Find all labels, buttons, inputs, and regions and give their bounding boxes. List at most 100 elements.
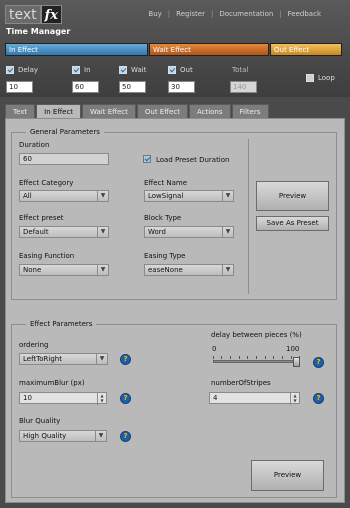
block-type-label: Block Type <box>144 214 182 222</box>
chevron-down-icon: ▼ <box>222 265 233 275</box>
number-of-stripes-input[interactable]: 4 ▲ ▼ <box>209 392 300 405</box>
chevron-down-icon: ▼ <box>96 354 107 364</box>
slider-tick <box>256 356 257 359</box>
chevron-down-icon: ▼ <box>222 227 233 237</box>
block-type-select[interactable]: Word ▼ <box>144 226 234 238</box>
out-input[interactable]: 30 <box>168 81 195 93</box>
tab-wait-effect[interactable]: Wait Effect <box>82 104 136 118</box>
slider-tick <box>265 356 266 359</box>
help-icon[interactable]: ? <box>120 393 131 404</box>
number-of-stripes-label: numberOfStripes <box>211 379 271 387</box>
effect-name-select[interactable]: LowSignal ▼ <box>144 190 234 202</box>
slider-tick <box>247 356 248 359</box>
chevron-down-icon: ▼ <box>97 191 108 201</box>
top-nav: Buy | Register | Documentation | Feedbac… <box>148 10 321 18</box>
wait-checkbox[interactable]: Wait <box>119 66 146 74</box>
delay-slider-thumb[interactable] <box>293 357 300 367</box>
help-icon[interactable]: ? <box>313 393 324 404</box>
blur-quality-value: High Quality <box>23 432 67 440</box>
delay-checkbox[interactable]: Delay <box>6 66 38 74</box>
tab-filters[interactable]: Filters <box>231 104 269 118</box>
out-label: Out <box>180 66 193 74</box>
preview-button[interactable]: Preview <box>256 181 329 211</box>
tab-bar: Text In Effect Wait Effect Out Effect Ac… <box>5 104 269 118</box>
blur-quality-label: Blur Quality <box>19 417 61 425</box>
slider-tick <box>213 356 214 359</box>
loop-checkbox[interactable]: Loop <box>306 74 335 82</box>
checkbox-box[interactable] <box>6 66 14 74</box>
effect-name-value: LowSignal <box>148 192 184 200</box>
chevron-down-icon: ▼ <box>97 265 108 275</box>
timeline-bar-wait[interactable]: Wait Effect <box>149 43 269 56</box>
stepper-down-icon[interactable]: ▼ <box>291 398 299 403</box>
delay-label: Delay <box>18 66 39 74</box>
header: text fx Buy | Register | Documentation |… <box>0 0 350 97</box>
nav-documentation[interactable]: Documentation <box>219 10 273 18</box>
effect-name-label: Effect Name <box>144 179 188 187</box>
easing-type-select[interactable]: easeNone ▼ <box>144 264 234 276</box>
number-of-stripes-stepper[interactable]: ▲ ▼ <box>290 393 299 405</box>
nav-separator: | <box>210 10 214 18</box>
nav-register[interactable]: Register <box>176 10 205 18</box>
tab-text[interactable]: Text <box>5 104 36 118</box>
timeline-bar-out[interactable]: Out Effect <box>270 43 342 56</box>
total-input: 140 <box>230 81 257 93</box>
checkbox-box[interactable] <box>72 66 80 74</box>
checkbox-box[interactable] <box>306 74 314 82</box>
effect-parameters-legend: Effect Parameters <box>26 320 97 328</box>
tab-actions[interactable]: Actions <box>188 104 231 118</box>
ordering-select[interactable]: LeftToRight ▼ <box>19 353 108 365</box>
slider-tick <box>291 356 292 359</box>
effect-preset-select[interactable]: Default ▼ <box>19 226 109 238</box>
easing-type-value: easeNone <box>148 266 183 274</box>
load-preset-duration-checkbox[interactable] <box>143 155 151 163</box>
ordering-label: ordering <box>19 341 49 349</box>
wait-input[interactable]: 50 <box>119 81 146 93</box>
timeline-bar-in[interactable]: In Effect <box>5 43 148 56</box>
tab-panel: General Parameters Duration 60 Load Pres… <box>5 118 345 503</box>
ordering-value: LeftToRight <box>23 355 62 363</box>
divider <box>248 139 249 294</box>
effect-preview-button[interactable]: Preview <box>251 460 324 491</box>
maximum-blur-input[interactable]: 10 ▲ ▼ <box>19 392 107 405</box>
effect-category-select[interactable]: All ▼ <box>19 190 109 202</box>
logo: text fx <box>5 4 62 24</box>
help-icon[interactable]: ? <box>120 354 131 365</box>
block-type-value: Word <box>148 228 166 236</box>
help-icon[interactable]: ? <box>120 431 131 442</box>
loop-label: Loop <box>318 74 335 82</box>
effect-category-label: Effect Category <box>19 179 74 187</box>
chevron-down-icon: ▼ <box>222 191 233 201</box>
effect-preset-value: Default <box>23 228 49 236</box>
tab-out-effect[interactable]: Out Effect <box>136 104 188 118</box>
easing-function-value: None <box>23 266 42 274</box>
nav-separator: | <box>279 10 282 18</box>
duration-input[interactable]: 60 <box>19 153 109 165</box>
in-input[interactable]: 60 <box>72 81 99 93</box>
general-parameters-legend: General Parameters <box>26 128 104 136</box>
save-as-preset-button[interactable]: Save As Preset <box>256 216 329 231</box>
blur-quality-select[interactable]: High Quality ▼ <box>19 430 107 442</box>
tab-in-effect[interactable]: In Effect <box>36 104 82 118</box>
help-icon[interactable]: ? <box>313 357 324 368</box>
in-checkbox[interactable]: In <box>72 66 91 74</box>
delay-input[interactable]: 10 <box>6 81 33 93</box>
maximum-blur-value: 10 <box>23 394 32 402</box>
nav-feedback[interactable]: Feedback <box>288 10 321 18</box>
out-checkbox[interactable]: Out <box>168 66 193 74</box>
checkbox-box[interactable] <box>168 66 176 74</box>
load-preset-duration-label: Load Preset Duration <box>156 156 230 164</box>
maximum-blur-stepper[interactable]: ▲ ▼ <box>97 393 106 405</box>
checkbox-box[interactable] <box>119 66 127 74</box>
stepper-down-icon[interactable]: ▼ <box>98 398 106 403</box>
effect-category-value: All <box>23 192 32 200</box>
slider-tick <box>221 356 222 359</box>
easing-type-label: Easing Type <box>144 252 186 260</box>
delay-slider-track[interactable] <box>213 360 300 363</box>
chevron-down-icon: ▼ <box>95 431 106 441</box>
easing-function-select[interactable]: None ▼ <box>19 264 109 276</box>
slider-max-label: 100 <box>286 345 300 353</box>
nav-separator: | <box>167 10 171 18</box>
nav-buy[interactable]: Buy <box>148 10 161 18</box>
easing-function-label: Easing Function <box>19 252 75 260</box>
